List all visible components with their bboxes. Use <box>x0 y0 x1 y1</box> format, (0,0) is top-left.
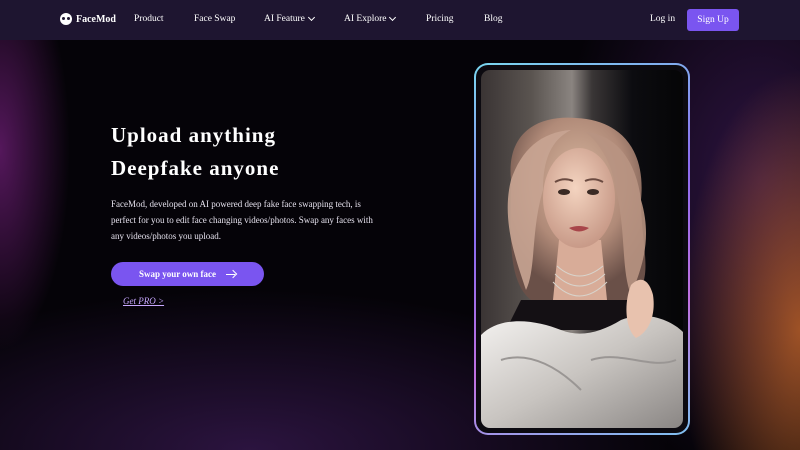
portrait-illustration <box>481 117 683 428</box>
logo-text: FaceMod <box>76 13 116 25</box>
phone-frame <box>474 63 690 435</box>
hero-description: FaceMod, developed on AI powered deep fa… <box>111 199 373 241</box>
top-nav: FaceMod Product Face Swap AI Feature AI … <box>0 0 800 40</box>
nav-item-product[interactable]: Product <box>134 14 164 24</box>
hero-headline-2: Deepfake anyone <box>111 156 280 180</box>
nav-item-label: Face Swap <box>194 14 236 24</box>
nav-item-label: Blog <box>484 14 503 24</box>
arrow-right-icon <box>226 270 236 278</box>
nav-item-label: AI Explore <box>344 14 387 24</box>
facemod-logo-icon <box>60 13 72 25</box>
hero-headline-1: Upload anything <box>111 123 276 147</box>
nav-item-label: Product <box>134 14 164 24</box>
nav-item-face-swap[interactable]: Face Swap <box>194 14 235 24</box>
cta-label: Swap your own face <box>138 269 217 279</box>
logo[interactable]: FaceMod <box>60 13 116 25</box>
nav-item-ai-explore[interactable]: AI Explore <box>344 13 397 24</box>
nav-item-pricing[interactable]: Pricing <box>426 14 453 24</box>
get-pro-link[interactable]: Get PRO > <box>123 296 164 306</box>
nav-item-label: Pricing <box>426 14 454 24</box>
signup-button[interactable]: Sign Up <box>687 9 739 31</box>
login-link[interactable]: Log in <box>650 14 675 24</box>
portrait-photo <box>481 70 683 428</box>
nav-item-blog[interactable]: Blog <box>484 14 502 24</box>
nav-item-label: AI Feature <box>264 14 305 24</box>
phone-screen <box>476 65 688 433</box>
nav-item-ai-feature[interactable]: AI Feature <box>264 13 315 24</box>
chevron-down-icon <box>307 13 315 22</box>
swap-face-button[interactable]: Swap your own face <box>111 262 264 286</box>
chevron-down-icon <box>389 13 397 22</box>
